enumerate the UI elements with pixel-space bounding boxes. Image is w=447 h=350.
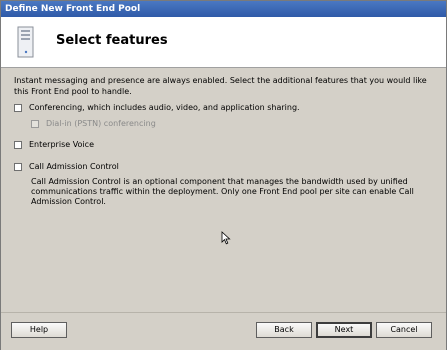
- cac-label: Call Admission Control: [29, 162, 119, 171]
- enterprise-voice-option[interactable]: Enterprise Voice: [14, 140, 94, 149]
- next-button[interactable]: Next: [316, 322, 372, 338]
- help-button[interactable]: Help: [11, 322, 67, 338]
- wizard-footer: Help Back Next Cancel: [1, 312, 446, 350]
- wizard-content: Instant messaging and presence are alway…: [1, 68, 446, 312]
- cancel-button[interactable]: Cancel: [376, 322, 432, 338]
- cac-checkbox[interactable]: [14, 162, 22, 171]
- mouse-cursor-icon: [221, 231, 231, 245]
- dialin-option: Dial-in (PSTN) conferencing: [31, 119, 156, 128]
- server-icon: [17, 26, 34, 58]
- enterprise-voice-label: Enterprise Voice: [29, 140, 94, 149]
- intro-text: Instant messaging and presence are alway…: [14, 76, 427, 96]
- conferencing-checkbox[interactable]: [14, 103, 22, 112]
- enterprise-voice-checkbox[interactable]: [14, 140, 22, 149]
- dialin-label: Dial-in (PSTN) conferencing: [46, 119, 156, 128]
- cac-description: Call Admission Control is an optional co…: [31, 177, 414, 206]
- page-title: Select features: [56, 33, 168, 48]
- cac-option[interactable]: Call Admission Control: [14, 162, 119, 171]
- conferencing-label: Conferencing, which includes audio, vide…: [29, 103, 300, 112]
- dialin-checkbox: [31, 119, 39, 128]
- conferencing-option[interactable]: Conferencing, which includes audio, vide…: [14, 103, 300, 112]
- window-title: Define New Front End Pool: [1, 1, 446, 17]
- wizard-header: Select features: [1, 17, 446, 68]
- back-button[interactable]: Back: [256, 322, 312, 338]
- wizard-window: Define New Front End Pool Select feature…: [0, 0, 447, 350]
